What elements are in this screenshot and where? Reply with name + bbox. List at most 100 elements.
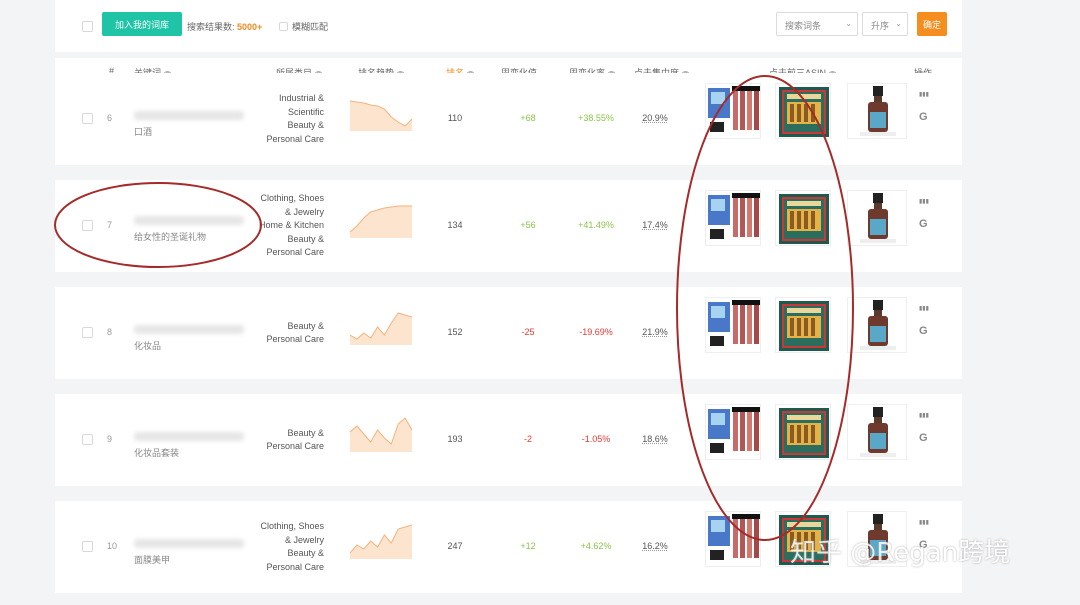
category-line: Personal Care — [266, 247, 324, 258]
category-line: Beauty & — [287, 427, 324, 438]
category-line: Beauty & — [287, 548, 324, 558]
category-line: Beauty & — [287, 233, 324, 244]
row-index: 7 — [107, 220, 113, 230]
trend-area — [350, 313, 412, 345]
keyword-blurred[interactable] — [134, 325, 244, 334]
result-count-label: 搜索结果数: 5000+ — [187, 22, 263, 32]
click-share-value[interactable]: 18.6% — [630, 434, 680, 444]
row-checkbox[interactable] — [82, 327, 93, 338]
asin-thumbnail-2[interactable] — [775, 83, 831, 139]
weekly-rate-value: +38.55% — [578, 113, 614, 123]
row-index: 6 — [107, 113, 113, 123]
weekly-change-value: +12 — [520, 541, 536, 551]
keyword-translation: 面膜美甲 — [134, 555, 171, 565]
keyword-blurred[interactable] — [134, 216, 244, 225]
trend-area — [350, 418, 412, 452]
category-cell: Clothing, Shoes & Jewelry Home & Kitchen Be… — [259, 192, 324, 260]
category-line: Personal Care — [266, 441, 324, 451]
keyword-translation: 口酒 — [134, 127, 153, 137]
rank-value: 152 — [447, 327, 463, 337]
click-share-value[interactable]: 21.9% — [630, 327, 680, 337]
rank-trend-sparkline — [350, 205, 412, 238]
keyword-translation: 给女性的圣诞礼物 — [134, 232, 207, 242]
asin-thumbnail-2[interactable] — [775, 297, 831, 353]
fuzzy-match-toggle[interactable]: 模糊匹配 — [279, 20, 328, 33]
keyword-blurred[interactable] — [134, 539, 244, 548]
category-cell: Beauty & Personal Care — [266, 320, 324, 347]
search-field-select[interactable]: 搜索词条 ⌄ — [776, 12, 858, 36]
rank-trend-sparkline — [350, 312, 412, 345]
google-icon[interactable]: G — [919, 218, 928, 230]
keyword-blurred[interactable] — [134, 432, 244, 441]
click-share-value[interactable]: 17.4% — [630, 220, 680, 230]
rank-value: 134 — [447, 220, 463, 230]
weekly-change-value: -2 — [523, 434, 532, 444]
category-cell: Beauty & Personal Care — [266, 427, 324, 454]
weekly-rate-value: +41.49% — [578, 220, 614, 230]
google-icon[interactable]: G — [919, 111, 928, 123]
row-checkbox[interactable] — [82, 220, 93, 231]
category-cell: Industrial & Scientific Beauty & Personal C… — [266, 92, 324, 146]
table-row[interactable]: 9 化妆品套装 Beauty & Personal Care 193 -2 -1.05% 18… — [55, 394, 962, 486]
click-share-value[interactable]: 20.9% — [630, 113, 680, 123]
category-line: Personal Care — [266, 334, 324, 344]
rank-value: 110 — [447, 113, 463, 123]
asin-thumbnail-1[interactable] — [705, 297, 761, 353]
asin-thumbnail-3[interactable] — [847, 83, 907, 139]
asin-thumbnail-3[interactable] — [847, 297, 907, 353]
row-checkbox[interactable] — [82, 434, 93, 445]
asin-thumbnail-2[interactable] — [775, 190, 831, 246]
click-share-value[interactable]: 16.2% — [630, 541, 680, 551]
bar-chart-icon[interactable]: ▮▮▮ — [919, 91, 929, 98]
toolbar: 加入我的词库 搜索结果数: 5000+ 模糊匹配 搜索词条 ⌄ 升序 ⌄ 确定 — [55, 0, 962, 52]
rank-value: 247 — [447, 541, 463, 551]
row-checkbox[interactable] — [82, 541, 93, 552]
asin-thumbnail-1[interactable] — [705, 404, 761, 460]
category-line: Home & Kitchen — [258, 220, 324, 231]
row-index: 8 — [107, 327, 113, 337]
asin-thumbnail-3[interactable] — [847, 190, 907, 246]
row-index: 9 — [107, 434, 113, 444]
category-line: Industrial & — [278, 93, 324, 103]
category-line: Scientific — [287, 106, 324, 117]
chevron-down-icon: ⌄ — [895, 19, 902, 28]
sort-order-select[interactable]: 升序 ⌄ — [862, 12, 908, 36]
table-row[interactable]: 7 给女性的圣诞礼物 Clothing, Shoes & Jewelry Home & … — [55, 180, 962, 272]
category-line: Personal Care — [266, 561, 324, 572]
keyword-translation: 化妆品 — [134, 341, 162, 351]
category-cell: Clothing, Shoes & Jewelry Beauty & Personal… — [260, 520, 324, 574]
bar-chart-icon[interactable]: ▮▮▮ — [919, 198, 929, 205]
weekly-change-value: -25 — [521, 327, 535, 337]
weekly-change-value: +56 — [520, 220, 536, 230]
bar-chart-icon[interactable]: ▮▮▮ — [919, 305, 929, 312]
chevron-down-icon: ⌄ — [845, 19, 852, 28]
category-line: Personal Care — [266, 133, 324, 144]
select-all-checkbox[interactable] — [82, 21, 93, 32]
trend-area — [350, 101, 412, 131]
table-row[interactable]: 8 化妆品 Beauty & Personal Care 152 -25 -19.69% 21… — [55, 287, 962, 379]
category-line: Clothing, Shoes — [260, 193, 324, 204]
table-row[interactable]: 6 口酒 Industrial & Scientific Beauty & Persona… — [55, 73, 962, 165]
bar-chart-icon[interactable]: ▮▮▮ — [919, 519, 929, 526]
keyword-blurred[interactable] — [134, 111, 244, 120]
weekly-rate-value: -19.69% — [579, 327, 613, 337]
asin-thumbnail-3[interactable] — [847, 404, 907, 460]
watermark: 知乎 @Regan跨境 — [790, 538, 1011, 568]
confirm-button[interactable]: 确定 — [917, 12, 947, 36]
asin-thumbnail-1[interactable] — [705, 511, 761, 567]
category-line: & Jewelry — [284, 206, 324, 217]
row-checkbox[interactable] — [82, 113, 93, 124]
rank-trend-sparkline — [350, 417, 412, 452]
category-line: Beauty & — [287, 120, 324, 130]
fuzzy-match-checkbox[interactable] — [279, 22, 288, 31]
weekly-change-value: +68 — [520, 113, 536, 123]
rank-trend-sparkline — [350, 524, 412, 559]
asin-thumbnail-1[interactable] — [705, 190, 761, 246]
add-to-library-button[interactable]: 加入我的词库 — [102, 12, 182, 36]
google-icon[interactable]: G — [919, 325, 928, 337]
bar-chart-icon[interactable]: ▮▮▮ — [919, 412, 929, 419]
trend-area — [350, 206, 412, 238]
google-icon[interactable]: G — [919, 432, 928, 444]
asin-thumbnail-2[interactable] — [775, 404, 831, 460]
asin-thumbnail-1[interactable] — [705, 83, 761, 139]
